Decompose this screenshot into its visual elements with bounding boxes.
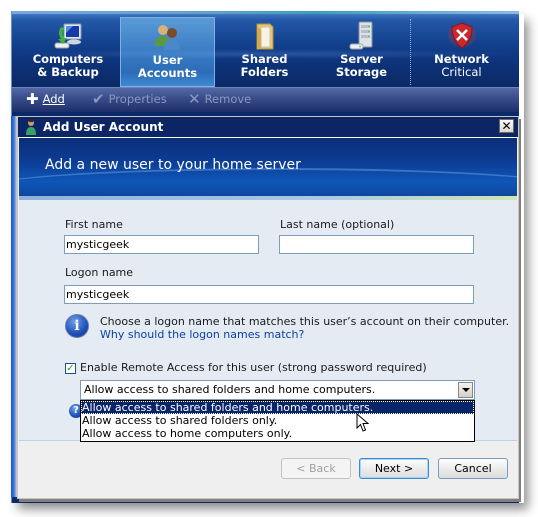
first-name-label: First name — [65, 218, 123, 231]
user-icon — [26, 120, 36, 135]
toolbar: ✚ Add ✔ Properties ✕ Remove — [12, 87, 519, 112]
logon-name-label: Logon name — [65, 266, 134, 279]
x-icon: ✕ — [188, 90, 201, 108]
network-status-text: Critical — [441, 65, 482, 79]
add-button-label: Add — [42, 92, 65, 106]
remove-button[interactable]: ✕ Remove — [188, 90, 252, 108]
properties-button-label: Properties — [108, 92, 167, 106]
nav-tab-label-2: & Backup — [37, 65, 99, 79]
dropdown-option[interactable]: Allow access to home computers only. — [81, 427, 474, 440]
nav-tab-computers-backup[interactable]: Computers & Backup — [20, 17, 116, 87]
nav-tab-network-status[interactable]: Network Critical — [414, 17, 509, 87]
access-level-select[interactable]: Allow access to shared folders and home … — [80, 380, 475, 400]
dialog-title-bar: Add User Account ✕ — [18, 117, 518, 138]
banner-title: Add a new user to your home server — [45, 157, 301, 173]
add-button[interactable]: ✚ Add — [26, 90, 65, 108]
nav-tab-shared-folders[interactable]: Shared Folders — [217, 17, 312, 87]
info-text-block: Choose a logon name that matches this us… — [100, 315, 509, 341]
remove-button-label: Remove — [204, 92, 252, 106]
last-name-field[interactable] — [279, 235, 474, 254]
top-navigation: Computers & Backup User Accounts Shared … — [12, 11, 519, 87]
nav-tab-user-accounts[interactable]: User Accounts — [120, 17, 215, 87]
info-text: Choose a logon name that matches this us… — [100, 315, 510, 328]
properties-button[interactable]: ✔ Properties — [92, 90, 167, 108]
nav-separator — [410, 19, 411, 85]
next-button[interactable]: Next > — [359, 458, 429, 479]
chevron-down-icon[interactable] — [458, 382, 473, 398]
logon-name-field[interactable] — [64, 285, 474, 304]
dialog-content: First name Last name (optional) Logon na… — [19, 200, 517, 442]
nav-tab-label-2: Storage — [335, 65, 388, 79]
remote-access-checkbox[interactable]: ✓ — [65, 363, 76, 374]
server-icon — [349, 21, 372, 50]
nav-tab-label-2: Accounts — [137, 66, 198, 80]
back-button[interactable]: < Back — [281, 458, 351, 479]
users-icon — [154, 25, 180, 50]
nav-tab-label-2: Folders — [240, 65, 289, 79]
dialog-banner: Add a new user to your home server — [19, 138, 517, 196]
close-icon: ✕ — [501, 119, 512, 133]
close-button[interactable]: ✕ — [499, 119, 514, 133]
cancel-button[interactable]: Cancel — [438, 458, 508, 479]
info-icon: i — [65, 314, 89, 338]
computer-backup-icon — [54, 23, 82, 49]
access-level-dropdown-list: Allow access to shared folders and home … — [80, 400, 475, 442]
dropdown-option[interactable]: Allow access to shared folders and home … — [81, 401, 474, 414]
dialog-title: Add User Account — [43, 120, 164, 134]
checkmark-icon: ✔ — [92, 90, 105, 108]
shield-error-icon — [447, 22, 476, 49]
folder-icon — [256, 23, 273, 50]
plus-icon: ✚ — [26, 90, 39, 108]
mouse-cursor-icon — [356, 413, 370, 432]
last-name-label: Last name (optional) — [280, 218, 395, 231]
why-logon-names-match-link[interactable]: Why should the logon names match? — [100, 328, 509, 341]
nav-tab-server-storage[interactable]: Server Storage — [314, 17, 409, 87]
access-level-selected-value: Allow access to shared folders and home … — [84, 383, 376, 396]
first-name-field[interactable] — [64, 235, 259, 254]
remote-access-label[interactable]: Enable Remote Access for this user (stro… — [80, 361, 427, 374]
dropdown-option[interactable]: Allow access to shared folders only. — [81, 414, 474, 427]
add-user-dialog: Add User Account ✕ Add a new user to you… — [17, 116, 519, 499]
